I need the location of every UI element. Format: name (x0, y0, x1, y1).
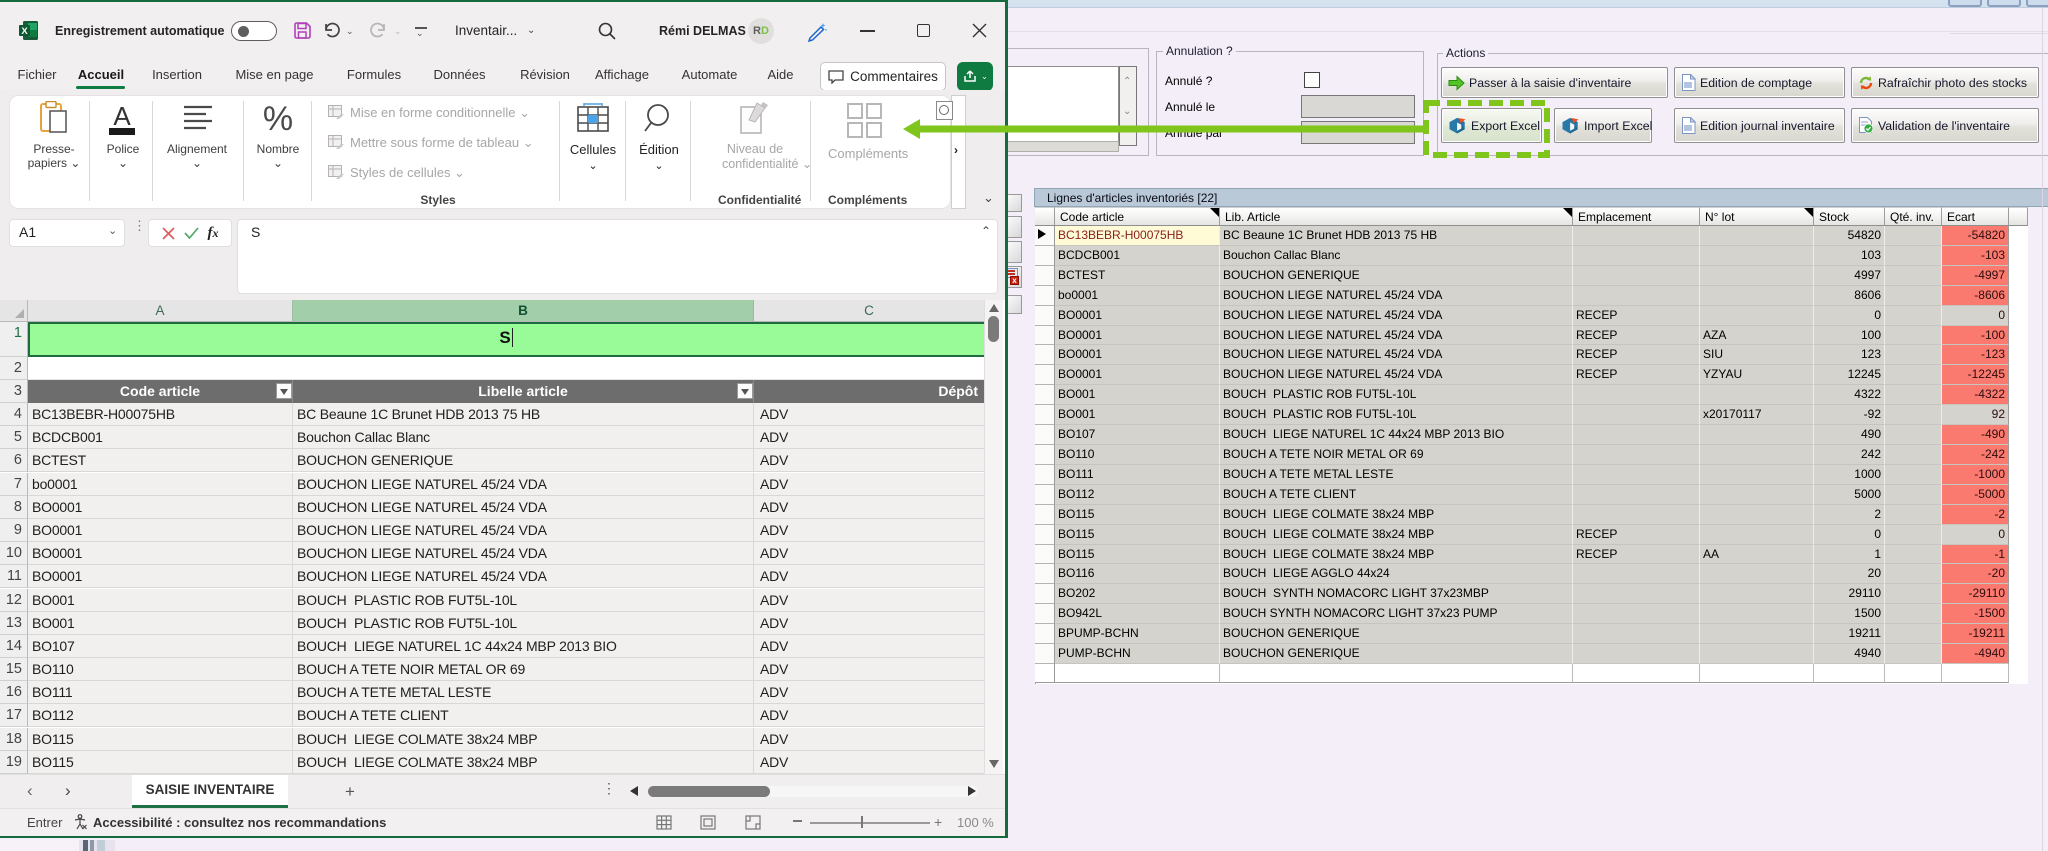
svg-text:X: X (21, 26, 28, 37)
svg-text:A: A (113, 101, 131, 131)
svg-text:%: % (263, 102, 293, 138)
